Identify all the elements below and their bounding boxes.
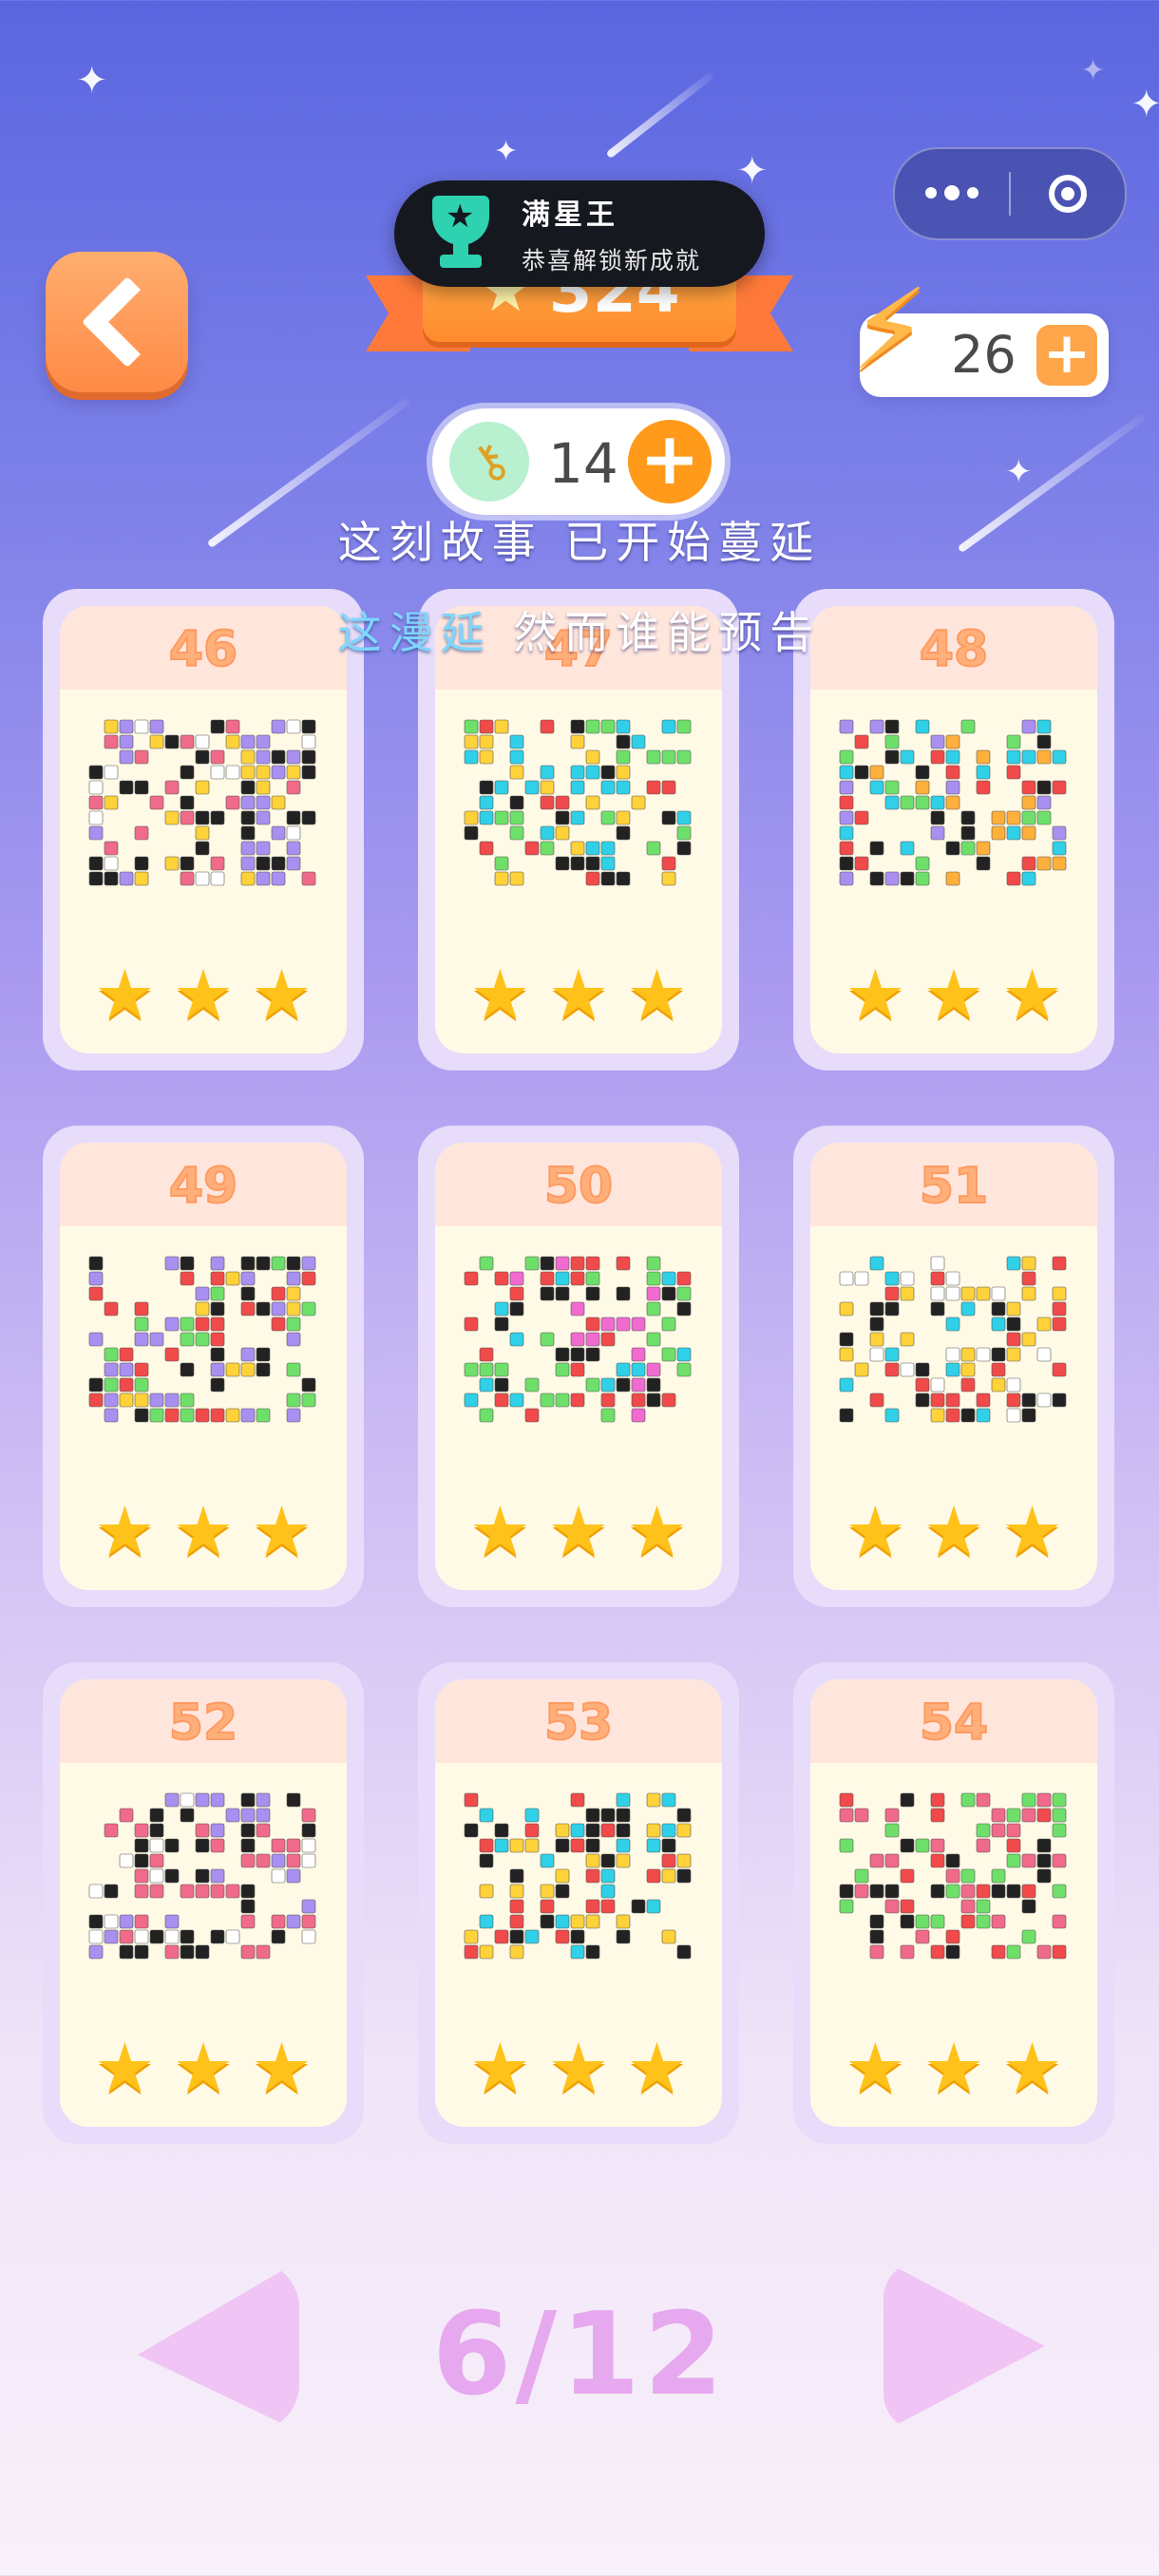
achievement-subtitle: 恭喜解锁新成就 xyxy=(522,247,702,275)
sparkle-icon: ✦ xyxy=(494,135,519,168)
level-preview-thumbnail xyxy=(88,1792,316,1960)
level-card[interactable]: 46 ★ ★ ★ xyxy=(43,589,364,1070)
star-icon: ★ xyxy=(845,955,906,1034)
level-card-body: 52 ★ ★ ★ xyxy=(60,1679,347,2127)
star-icon: ★ xyxy=(547,1491,610,1571)
level-card-body: 51 ★ ★ ★ xyxy=(810,1143,1097,1590)
close-mini-program-button[interactable] xyxy=(1011,175,1125,213)
level-number: 50 xyxy=(435,1143,722,1226)
level-card-body: 47 ★ ★ ★ xyxy=(435,606,722,1053)
level-stars: ★ ★ ★ xyxy=(435,2034,722,2102)
level-preview-thumbnail xyxy=(88,1256,316,1423)
star-icon: ★ xyxy=(1001,955,1063,1034)
star-icon: ★ xyxy=(94,2028,156,2108)
star-icon: ★ xyxy=(626,955,688,1034)
add-energy-button[interactable]: + xyxy=(1036,325,1097,386)
level-card-body: 48 ★ ★ ★ xyxy=(810,606,1097,1053)
sparkle-icon: ✦ xyxy=(736,149,769,193)
level-card[interactable]: 52 ★ ★ ★ xyxy=(43,1662,364,2144)
star-icon: ★ xyxy=(626,2028,688,2108)
target-icon xyxy=(1049,175,1087,213)
level-card[interactable]: 48 ★ ★ ★ xyxy=(793,589,1114,1070)
star-icon: ★ xyxy=(469,1491,531,1571)
level-stars: ★ ★ ★ xyxy=(60,2034,347,2102)
level-card-body: 50 ★ ★ ★ xyxy=(435,1143,722,1590)
sparkle-icon: ✦ xyxy=(1130,83,1159,126)
lyric-highlight: 这漫延 xyxy=(337,607,492,658)
level-number: 53 xyxy=(435,1679,722,1763)
star-icon: ★ xyxy=(922,1491,985,1571)
star-icon: ★ xyxy=(469,955,531,1034)
star-icon: ★ xyxy=(172,2028,235,2108)
star-icon: ★ xyxy=(172,955,235,1034)
level-number: 51 xyxy=(810,1143,1097,1226)
add-keys-button[interactable]: + xyxy=(628,420,712,503)
level-preview-thumbnail xyxy=(464,1256,692,1423)
lightning-bolt-icon: ⚡ xyxy=(850,264,929,395)
star-icon: ★ xyxy=(469,2028,531,2108)
sparkle-icon: ✦ xyxy=(1005,453,1033,491)
level-card[interactable]: 50 ★ ★ ★ xyxy=(418,1126,739,1607)
star-icon: ★ xyxy=(251,1491,313,1571)
star-icon: ★ xyxy=(172,1491,235,1571)
mini-program-capsule xyxy=(893,147,1127,240)
level-stars: ★ ★ ★ xyxy=(810,960,1097,1029)
key-counter: ⚷ 14 + xyxy=(432,408,725,515)
star-icon: ★ xyxy=(626,1491,688,1571)
level-preview-thumbnail xyxy=(464,719,692,886)
level-card[interactable]: 49 ★ ★ ★ xyxy=(43,1126,364,1607)
level-card-body: 46 ★ ★ ★ xyxy=(60,606,347,1053)
level-preview-thumbnail xyxy=(88,719,316,886)
energy-counter: ⚡ 26 + xyxy=(850,274,1109,397)
level-card-body: 54 ★ ★ ★ xyxy=(810,1679,1097,2127)
level-preview-thumbnail xyxy=(839,1792,1067,1960)
star-icon: ★ xyxy=(94,955,156,1034)
sparkle-icon: ✦ xyxy=(76,59,108,103)
level-card[interactable]: 53 ★ ★ ★ xyxy=(418,1662,739,2144)
lyric-line-2: 这漫延 然而谁能预告 xyxy=(0,598,1159,661)
star-icon: ★ xyxy=(547,2028,610,2108)
energy-value: 26 xyxy=(951,325,1016,385)
back-button[interactable] xyxy=(46,252,188,392)
star-icon: ★ xyxy=(922,2028,985,2108)
star-icon: ★ xyxy=(94,1491,156,1571)
star-icon: ★ xyxy=(1001,2028,1063,2108)
star-icon: ★ xyxy=(251,2028,313,2108)
level-stars: ★ ★ ★ xyxy=(435,960,722,1029)
level-card[interactable]: 47 ★ ★ ★ xyxy=(418,589,739,1070)
key-icon: ⚷ xyxy=(449,422,529,502)
level-number: 54 xyxy=(810,1679,1097,1763)
key-value: 14 xyxy=(548,431,618,496)
level-preview-thumbnail xyxy=(839,1256,1067,1423)
level-preview-thumbnail xyxy=(839,719,1067,886)
level-number: 52 xyxy=(60,1679,347,1763)
more-button[interactable] xyxy=(895,185,1009,200)
level-card[interactable]: 54 ★ ★ ★ xyxy=(793,1662,1114,2144)
level-stars: ★ ★ ★ xyxy=(435,1497,722,1565)
level-stars: ★ ★ ★ xyxy=(60,1497,347,1565)
star-icon: ★ xyxy=(845,2028,906,2108)
level-number: 49 xyxy=(60,1143,347,1226)
trophy-icon xyxy=(425,196,497,272)
chevron-left-icon xyxy=(81,275,174,369)
star-icon: ★ xyxy=(922,955,985,1034)
level-preview-thumbnail xyxy=(464,1792,692,1960)
achievement-toast: 满星王 恭喜解锁新成就 xyxy=(394,180,765,287)
lyric-rest: 然而谁能预告 xyxy=(491,607,822,658)
achievement-title: 满星王 xyxy=(522,199,618,232)
shooting-star xyxy=(605,70,715,160)
sparkle-icon: ✦ xyxy=(1081,54,1106,87)
level-stars: ★ ★ ★ xyxy=(810,2034,1097,2102)
star-icon: ★ xyxy=(547,955,610,1034)
level-stars: ★ ★ ★ xyxy=(60,960,347,1029)
level-card-body: 53 ★ ★ ★ xyxy=(435,1679,722,2127)
level-card[interactable]: 51 ★ ★ ★ xyxy=(793,1126,1114,1607)
star-icon: ★ xyxy=(845,1491,906,1571)
more-dots-icon xyxy=(925,187,937,199)
star-icon: ★ xyxy=(1001,1491,1063,1571)
level-stars: ★ ★ ★ xyxy=(810,1497,1097,1565)
level-card-body: 49 ★ ★ ★ xyxy=(60,1143,347,1590)
star-icon: ★ xyxy=(251,955,313,1034)
lyric-line-1: 这刻故事 已开始蔓延 xyxy=(337,517,822,568)
